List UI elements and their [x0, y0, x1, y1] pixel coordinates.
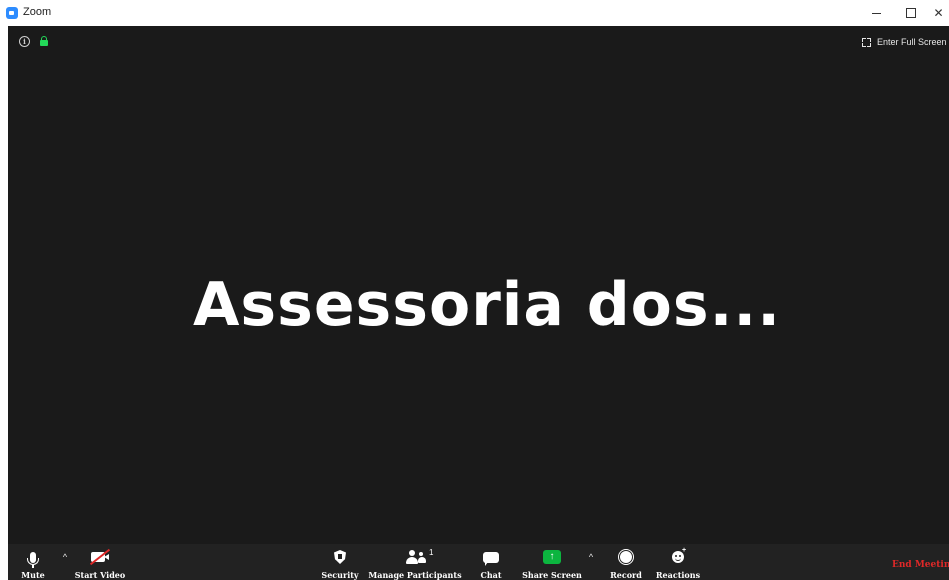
close-button[interactable]: ✕: [928, 0, 949, 26]
record-button[interactable]: Record: [608, 544, 644, 580]
participants-icon: [404, 548, 426, 566]
mute-label: Mute: [21, 570, 45, 580]
record-label: Record: [610, 570, 642, 580]
participants-count-badge: 1: [429, 548, 434, 557]
enter-full-screen-label: Enter Full Screen: [877, 37, 947, 47]
participant-display-name: Assessoria dos...: [193, 270, 781, 340]
record-icon: [618, 548, 634, 566]
mute-button[interactable]: Mute: [20, 544, 46, 580]
maximize-icon: [906, 8, 916, 18]
window-title: Zoom: [23, 6, 52, 18]
info-icon[interactable]: i: [19, 36, 30, 47]
reactions-button[interactable]: + Reactions: [656, 544, 700, 580]
video-camera-off-icon: [89, 548, 111, 566]
title-bar: Zoom ✕: [0, 0, 949, 26]
manage-participants-button[interactable]: Manage Participants: [368, 544, 462, 580]
lock-icon[interactable]: [40, 36, 48, 46]
enter-full-screen-button[interactable]: Enter Full Screen: [862, 34, 947, 50]
chat-button[interactable]: Chat: [476, 544, 506, 580]
manage-participants-label: Manage Participants: [368, 570, 462, 580]
reactions-icon: +: [672, 547, 686, 566]
meeting-toolbar: Mute ^ Start Video Security Manage Parti…: [8, 544, 949, 580]
security-button[interactable]: Security: [320, 544, 360, 580]
minimize-button[interactable]: [858, 0, 894, 26]
chat-label: Chat: [480, 570, 502, 580]
zoom-app-icon: [6, 7, 18, 19]
start-video-label: Start Video: [74, 570, 126, 580]
meeting-video-area: i Enter Full Screen Assessoria dos...: [8, 26, 949, 544]
reactions-label: Reactions: [655, 570, 701, 580]
zoom-window: Zoom ✕ i Enter Full Screen Assessoria do…: [0, 0, 949, 580]
share-screen-label: Share Screen: [522, 570, 582, 580]
chat-bubble-icon: [483, 548, 499, 566]
maximize-button[interactable]: [893, 0, 929, 26]
start-video-button[interactable]: Start Video: [74, 544, 126, 580]
share-options-chevron-up-icon[interactable]: ^: [586, 552, 596, 562]
minimize-icon: [871, 12, 881, 14]
share-screen-button[interactable]: ↑ Share Screen: [522, 544, 582, 580]
security-label: Security: [321, 570, 359, 580]
end-meeting-button[interactable]: End Meeting: [892, 560, 949, 570]
share-screen-icon: ↑: [543, 548, 561, 566]
fullscreen-icon: [862, 37, 871, 47]
close-icon: ✕: [933, 6, 944, 20]
shield-icon: [334, 548, 346, 566]
audio-options-chevron-up-icon[interactable]: ^: [60, 552, 70, 562]
microphone-icon: [27, 548, 39, 568]
